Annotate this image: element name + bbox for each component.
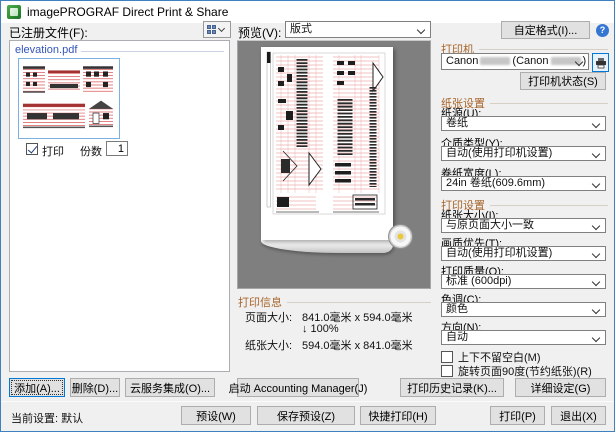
window-title: imagePROGRAF Direct Print & Share [27, 5, 228, 19]
print-preview-area [237, 40, 431, 289]
printer-name-part1: Canon [446, 55, 478, 67]
accounting-manager-button[interactable]: 启动 Accounting Manager(J) [237, 378, 359, 397]
quality-priority-value: 自动(使用打印机设置) [446, 247, 552, 259]
bottom-separator [1, 401, 615, 402]
roll-width-value: 24in 卷纸(609.6mm) [446, 177, 545, 189]
paper-source-value: 卷纸 [446, 117, 468, 129]
chevron-down-icon [218, 25, 225, 32]
color-tone-value: 颜色 [446, 303, 468, 315]
custom-format-button[interactable]: 自定格式(I)... [501, 21, 590, 39]
registered-files-list: elevation.pdf [9, 40, 230, 372]
printer-status-button[interactable]: 打印机状态(S) [520, 72, 606, 90]
chevron-down-icon [592, 306, 600, 314]
chevron-down-icon [592, 250, 600, 258]
print-history-button[interactable]: 打印历史记录(K)... [400, 378, 504, 397]
print-quality-value: 标准 (600dpi) [446, 275, 511, 287]
registered-files-label: 已注册文件(F): [9, 24, 88, 41]
paper-roll-icon [388, 224, 413, 249]
print-info-section: 打印信息 [238, 294, 431, 310]
print-info-header: 打印信息 [238, 294, 282, 310]
app-window: imagePROGRAF Direct Print & Share 已注册文件(… [0, 0, 615, 432]
page-size-label: 页面大小: [245, 309, 292, 325]
no-margin-checkbox[interactable] [441, 351, 453, 363]
cloud-integration-button[interactable]: 云服务集成(O)... [125, 378, 215, 397]
chevron-down-icon [592, 278, 600, 286]
help-icon[interactable]: ? [596, 24, 609, 37]
rotate-90-checkbox[interactable] [441, 365, 453, 377]
current-setting-text: 当前设置: 默认 [11, 410, 83, 426]
printer-select[interactable]: Canon(Canon) [441, 53, 589, 70]
orientation-select[interactable]: 自动 [441, 330, 606, 345]
orientation-value: 自动 [446, 331, 468, 343]
media-type-value: 自动(使用打印机设置) [446, 147, 552, 159]
title-bar: imagePROGRAF Direct Print & Share [1, 1, 614, 23]
print-checkbox[interactable] [26, 143, 38, 155]
printer-name-part2: (Canon [512, 55, 548, 67]
printer-icon [595, 57, 607, 69]
file-header-rule [81, 51, 224, 52]
preview-mode-select[interactable]: 版式 [285, 21, 431, 38]
paper-size-setting-value: 与原页面大小一致 [446, 219, 534, 231]
roll-width-select[interactable]: 24in 卷纸(609.6mm) [441, 176, 606, 191]
delete-button[interactable]: 删除(D)... [70, 378, 120, 397]
app-icon [7, 5, 21, 19]
media-type-select[interactable]: 自动(使用打印机设置) [441, 146, 606, 161]
paper-size-value: 594.0毫米 x 841.0毫米 [302, 337, 413, 353]
quick-print-button[interactable]: 快捷打印(H) [360, 406, 436, 425]
preview-drawing [261, 47, 393, 240]
chevron-down-icon [592, 222, 600, 230]
preview-paper [261, 47, 393, 240]
print-quality-select[interactable]: 标准 (600dpi) [441, 274, 606, 289]
view-mode-dropdown[interactable] [203, 21, 231, 38]
add-button[interactable]: 添加(A)... [9, 378, 65, 397]
file-name-link[interactable]: elevation.pdf [15, 44, 77, 56]
rotate-90-option: 旋转页面90度(节约纸张)(R) [441, 364, 592, 377]
scale-value: ↓ 100% [302, 323, 339, 335]
file-controls: 打印 份数 [18, 142, 218, 158]
chevron-down-icon [592, 334, 600, 342]
copies-input[interactable] [106, 141, 128, 156]
paper-size-select[interactable]: 与原页面大小一致 [441, 218, 606, 233]
thumbnail-drawing [19, 59, 119, 138]
printer-name-redacted [480, 57, 510, 65]
chevron-down-icon [592, 180, 600, 188]
grid-view-icon [207, 25, 216, 34]
save-preset-button[interactable]: 保存预设(Z) [257, 406, 355, 425]
exit-button[interactable]: 退出(X) [551, 406, 606, 425]
file-header: elevation.pdf [10, 41, 229, 56]
paper-size-label: 纸张大小: [245, 337, 292, 353]
chevron-down-icon [417, 26, 425, 34]
preset-button[interactable]: 预设(W) [181, 406, 251, 425]
paper-source-select[interactable]: 卷纸 [441, 116, 606, 131]
file-thumbnail[interactable] [18, 58, 120, 139]
print-checkbox-label: 打印 [42, 143, 64, 159]
chevron-down-icon [592, 150, 600, 158]
no-margin-option: 上下不留空白(M) [441, 350, 541, 363]
printer-properties-button[interactable] [592, 53, 609, 72]
quality-priority-select[interactable]: 自动(使用打印机设置) [441, 246, 606, 261]
preview-mode-value: 版式 [290, 23, 312, 35]
chevron-down-icon [592, 120, 600, 128]
paper-curl [261, 240, 393, 253]
rotate-90-label: 旋转页面90度(节约纸张)(R) [458, 363, 592, 379]
print-button[interactable]: 打印(P) [490, 406, 545, 425]
detail-settings-button[interactable]: 详细设定(G) [515, 378, 606, 397]
preview-label: 预览(V): [238, 24, 281, 41]
color-tone-select[interactable]: 颜色 [441, 302, 606, 317]
copies-label: 份数 [80, 143, 102, 159]
